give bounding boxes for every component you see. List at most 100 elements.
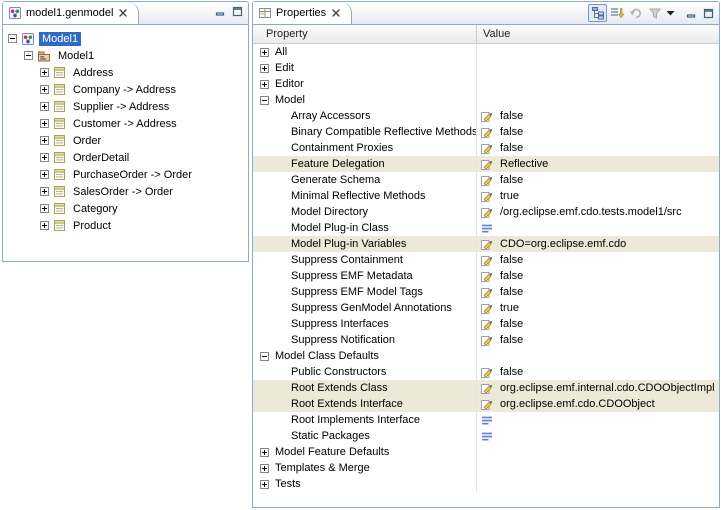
category-row[interactable]: Templates & Merge [253, 460, 719, 476]
collapse-icon[interactable] [24, 51, 33, 60]
close-icon[interactable] [119, 9, 127, 17]
tree-item[interactable]: Model1 [3, 30, 248, 47]
value-cell[interactable]: false [477, 284, 719, 300]
tree-item[interactable]: Model1 [3, 47, 248, 64]
category-row[interactable]: All [253, 44, 719, 60]
value-cell[interactable] [477, 412, 719, 428]
genclass-icon [53, 219, 66, 232]
expand-icon[interactable] [260, 448, 269, 457]
collapse-icon[interactable] [260, 96, 269, 105]
tree-item-label: Category [70, 202, 121, 216]
category-row[interactable]: Model Feature Defaults [253, 444, 719, 460]
expand-icon[interactable] [40, 170, 49, 179]
tree-item[interactable]: Category [3, 200, 248, 217]
property-row[interactable]: Static Packages [253, 428, 719, 444]
value-cell[interactable]: CDO=org.eclipse.emf.cdo [477, 236, 719, 252]
property-row[interactable]: Suppress Containmentfalse [253, 252, 719, 268]
value-cell[interactable]: org.eclipse.emf.cdo.CDOObject [477, 396, 719, 412]
property-row[interactable]: Generate Schemafalse [253, 172, 719, 188]
restore-default-value-button[interactable] [626, 4, 645, 22]
property-row[interactable]: Model Plug-in VariablesCDO=org.eclipse.e… [253, 236, 719, 252]
expand-icon[interactable] [260, 64, 269, 73]
tree-item[interactable]: OrderDetail [3, 149, 248, 166]
property-row[interactable]: Containment Proxiesfalse [253, 140, 719, 156]
property-row[interactable]: Minimal Reflective Methodstrue [253, 188, 719, 204]
value-cell[interactable]: org.eclipse.emf.internal.cdo.CDOObjectIm… [477, 380, 719, 396]
property-row[interactable]: Feature DelegationReflective [253, 156, 719, 172]
tab-model1-genmodel[interactable]: model1.genmodel [3, 2, 139, 24]
property-row[interactable]: Suppress Interfacesfalse [253, 316, 719, 332]
value-cell[interactable] [477, 220, 719, 236]
tree-item[interactable]: Supplier -> Address [3, 98, 248, 115]
category-row[interactable]: Tests [253, 476, 719, 492]
expand-icon[interactable] [40, 221, 49, 230]
property-row[interactable]: Suppress EMF Metadatafalse [253, 268, 719, 284]
expand-icon[interactable] [40, 136, 49, 145]
maximize-button[interactable] [701, 6, 716, 21]
close-icon[interactable] [332, 9, 340, 17]
value-cell[interactable]: false [477, 268, 719, 284]
show-categories-button[interactable] [588, 4, 607, 22]
property-row[interactable]: Suppress GenModel Annotationstrue [253, 300, 719, 316]
tree-item[interactable]: Customer -> Address [3, 115, 248, 132]
minimize-button[interactable] [684, 6, 699, 21]
category-row[interactable]: Model Class Defaults [253, 348, 719, 364]
tree-item[interactable]: Product [3, 217, 248, 234]
value-cell[interactable]: false [477, 252, 719, 268]
show-advanced-properties-button[interactable] [607, 4, 626, 22]
value-cell[interactable]: false [477, 332, 719, 348]
value-cell[interactable]: false [477, 124, 719, 140]
collapse-icon[interactable] [8, 34, 17, 43]
value-cell[interactable]: true [477, 300, 719, 316]
category-row[interactable]: Model [253, 92, 719, 108]
column-header-property[interactable]: Property [253, 25, 477, 43]
property-row[interactable]: Model Plug-in Class [253, 220, 719, 236]
value-cell[interactable]: false [477, 172, 719, 188]
expand-icon[interactable] [260, 480, 269, 489]
collapse-icon[interactable] [260, 352, 269, 361]
property-row[interactable]: Public Constructorsfalse [253, 364, 719, 380]
value-cell[interactable]: false [477, 108, 719, 124]
view-menu-button[interactable] [664, 4, 677, 22]
category-row[interactable]: Editor [253, 76, 719, 92]
property-row[interactable]: Suppress Notificationfalse [253, 332, 719, 348]
expand-icon[interactable] [40, 204, 49, 213]
category-row[interactable]: Edit [253, 60, 719, 76]
writable-value-icon [481, 303, 495, 314]
expand-icon[interactable] [40, 187, 49, 196]
expand-icon[interactable] [40, 153, 49, 162]
expand-icon[interactable] [260, 48, 269, 57]
property-row[interactable]: Root Extends Interfaceorg.eclipse.emf.cd… [253, 396, 719, 412]
value-cell[interactable]: true [477, 188, 719, 204]
property-row[interactable]: Suppress EMF Model Tagsfalse [253, 284, 719, 300]
value-cell[interactable]: false [477, 316, 719, 332]
genclass-icon [53, 168, 66, 181]
minimize-button[interactable] [213, 4, 228, 19]
tab-properties[interactable]: Properties [253, 2, 352, 24]
property-row[interactable]: Root Implements Interface [253, 412, 719, 428]
expand-icon[interactable] [40, 102, 49, 111]
expand-icon[interactable] [40, 119, 49, 128]
property-row[interactable]: Root Extends Classorg.eclipse.emf.intern… [253, 380, 719, 396]
property-row[interactable]: Model Directory/org.eclipse.emf.cdo.test… [253, 204, 719, 220]
tree-item[interactable]: SalesOrder -> Order [3, 183, 248, 200]
property-row[interactable]: Array Accessorsfalse [253, 108, 719, 124]
tree-item[interactable]: Company -> Address [3, 81, 248, 98]
value-cell[interactable]: false [477, 140, 719, 156]
expand-icon[interactable] [40, 68, 49, 77]
maximize-button[interactable] [230, 4, 245, 19]
column-header-value[interactable]: Value [477, 25, 719, 43]
expand-icon[interactable] [40, 85, 49, 94]
tree-item[interactable]: Address [3, 64, 248, 81]
tree-item[interactable]: Order [3, 132, 248, 149]
expand-icon[interactable] [260, 464, 269, 473]
value-cell[interactable]: Reflective [477, 156, 719, 172]
tree-item[interactable]: PurchaseOrder -> Order [3, 166, 248, 183]
property-value: false [500, 270, 523, 282]
value-cell[interactable]: false [477, 364, 719, 380]
filter-button[interactable] [645, 4, 664, 22]
property-row[interactable]: Binary Compatible Reflective Methodsfals… [253, 124, 719, 140]
value-cell[interactable]: /org.eclipse.emf.cdo.tests.model1/src [477, 204, 719, 220]
value-cell[interactable] [477, 428, 719, 444]
expand-icon[interactable] [260, 80, 269, 89]
